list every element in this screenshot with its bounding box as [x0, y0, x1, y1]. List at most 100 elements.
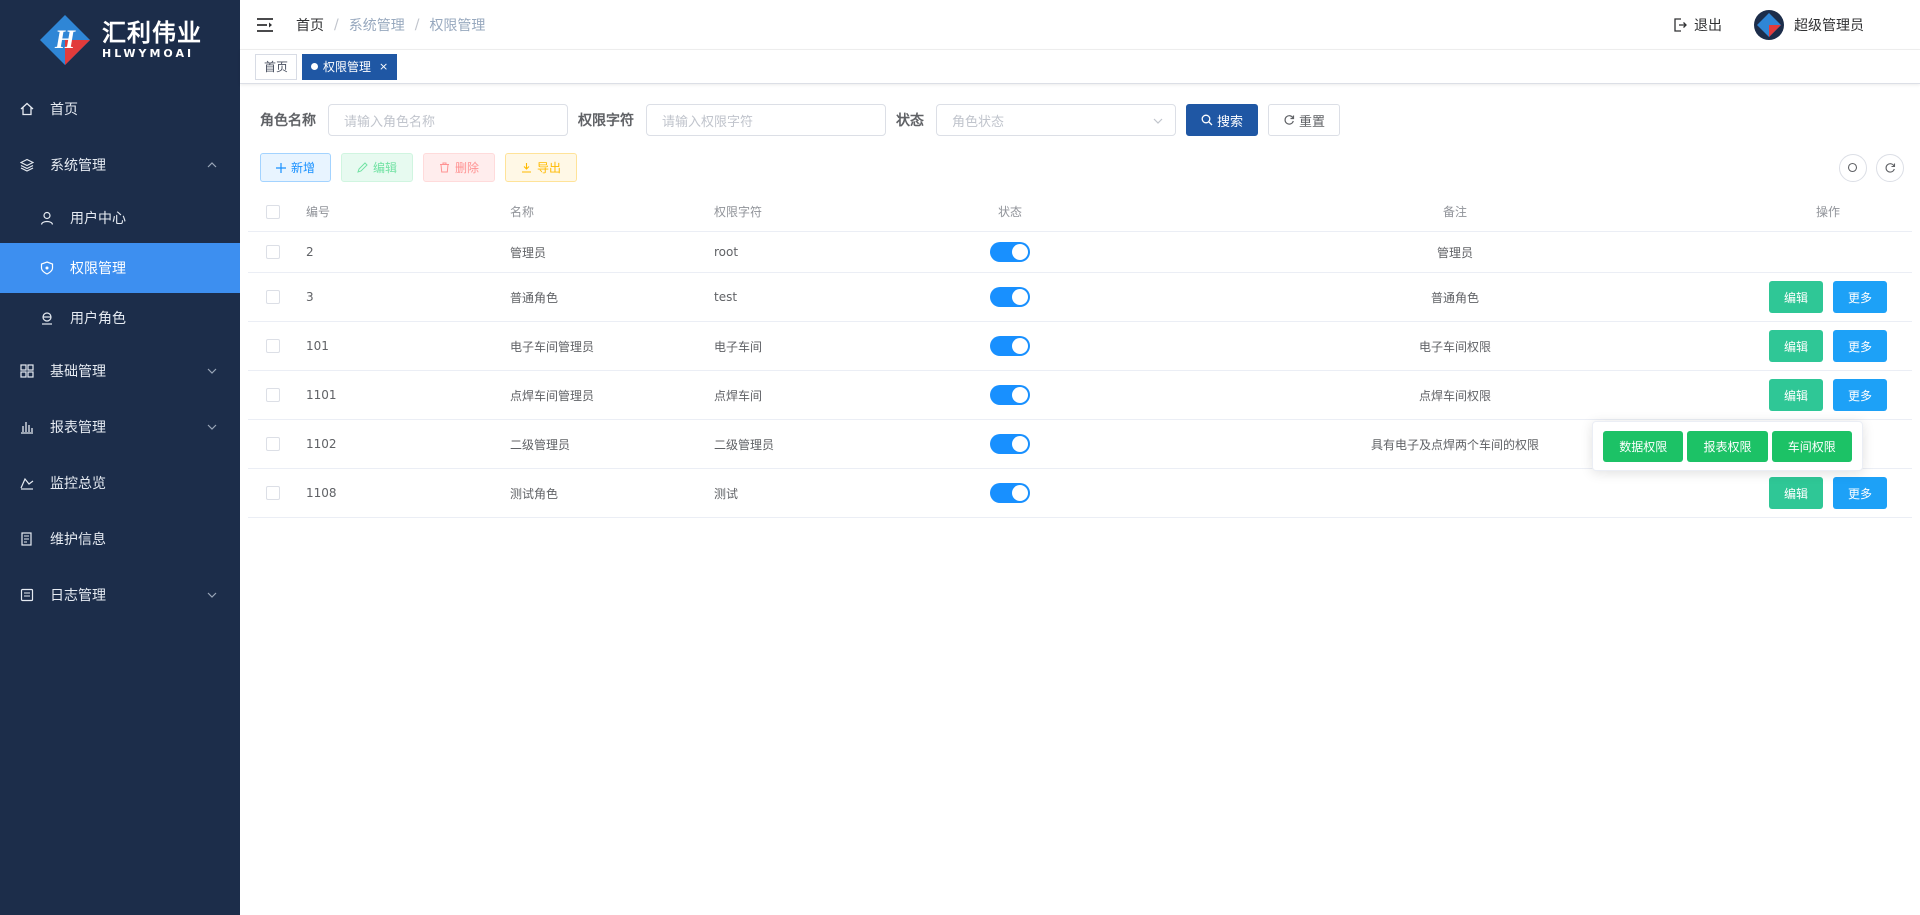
cell-name: 二级管理员: [510, 437, 571, 452]
sidebar-item-home[interactable]: 首页: [0, 84, 240, 134]
sidebar-item-basic[interactable]: 基础管理: [0, 346, 240, 396]
close-icon[interactable]: ×: [379, 60, 388, 73]
row-more-button[interactable]: 更多: [1833, 477, 1888, 509]
logout-label: 退出: [1694, 18, 1722, 34]
toggle-search-button[interactable]: [1839, 154, 1867, 182]
status-switch[interactable]: [990, 336, 1030, 356]
status-label: 状态: [896, 113, 924, 129]
row-checkbox[interactable]: [266, 245, 280, 259]
delete-button-label: 删除: [455, 161, 480, 175]
cell-key: test: [714, 290, 738, 304]
header-status: 状态: [998, 205, 1023, 219]
refresh-table-button[interactable]: [1876, 154, 1904, 182]
role-name-label: 角色名称: [260, 113, 316, 129]
edit-button[interactable]: 编辑: [341, 153, 414, 182]
sidebar-item-label: 首页: [50, 102, 78, 118]
table-row: 1101 点焊车间管理员 点焊车间 点焊车间权限 编辑 更多: [248, 371, 1912, 420]
cell-id: 1101: [306, 388, 337, 402]
breadcrumb-home[interactable]: 首页: [296, 15, 324, 35]
role-name-input[interactable]: 请输入角色名称: [328, 104, 568, 136]
tag-label: 权限管理: [323, 60, 372, 74]
sidebar-item-label: 系统管理: [50, 158, 106, 174]
status-select[interactable]: 角色状态: [936, 104, 1176, 136]
status-switch[interactable]: [990, 385, 1030, 405]
header-ops: 操作: [1815, 205, 1840, 219]
logo-mark-icon: H: [38, 13, 92, 67]
breadcrumb-current: 权限管理: [429, 17, 486, 34]
cell-remark: 电子车间权限: [1418, 339, 1491, 354]
sidebar-item-label: 用户角色: [70, 311, 126, 327]
sidebar-item-label: 用户中心: [70, 211, 126, 227]
status-switch[interactable]: [990, 287, 1030, 307]
sidebar-item-system[interactable]: 系统管理: [0, 140, 240, 190]
status-switch[interactable]: [990, 434, 1030, 454]
row-checkbox[interactable]: [266, 290, 280, 304]
sidebar-item-permission[interactable]: 权限管理: [0, 243, 240, 293]
add-button[interactable]: 新增: [260, 153, 332, 182]
download-icon: [522, 163, 532, 173]
row-edit-button[interactable]: 编辑: [1768, 477, 1823, 509]
active-dot-icon: [311, 63, 319, 70]
row-checkbox[interactable]: [266, 437, 280, 451]
role-key-placeholder: 请输入权限字符: [662, 114, 754, 130]
role-key-input[interactable]: 请输入权限字符: [646, 104, 886, 136]
row-checkbox[interactable]: [266, 339, 280, 353]
status-switch[interactable]: [990, 483, 1030, 503]
row-edit-button[interactable]: 编辑: [1768, 281, 1823, 313]
search-button[interactable]: 搜索: [1186, 104, 1258, 136]
cell-id: 1108: [306, 486, 337, 500]
table-row: 2 管理员 root 管理员: [248, 232, 1912, 273]
chevron-down-icon: [207, 592, 217, 598]
tag-permission[interactable]: 权限管理 ×: [302, 53, 398, 80]
data-permission-button[interactable]: 数据权限: [1603, 430, 1684, 462]
report-permission-button[interactable]: 报表权限: [1687, 430, 1768, 462]
tag-home[interactable]: 首页: [255, 53, 298, 80]
avatar: [1754, 10, 1784, 40]
monitor-icon: [20, 476, 34, 490]
row-more-button[interactable]: 更多: [1833, 330, 1888, 362]
sidebar-item-user-role[interactable]: 用户角色: [0, 293, 240, 343]
chevron-down-icon: [207, 368, 217, 374]
row-checkbox[interactable]: [266, 388, 280, 402]
table-row: 1108 测试角色 测试 编辑 更多: [248, 469, 1912, 518]
sidebar-item-report[interactable]: 报表管理: [0, 402, 240, 452]
cell-id: 101: [306, 339, 329, 353]
user-menu[interactable]: 超级管理员: [1754, 10, 1864, 40]
cell-key: 二级管理员: [714, 437, 775, 452]
cell-key: 电子车间: [714, 339, 763, 354]
edit-button-label: 编辑: [373, 161, 398, 175]
user-icon: [40, 211, 54, 225]
row-more-button[interactable]: 更多: [1833, 281, 1888, 313]
table-toolbar: 新增 编辑 删除 导出: [260, 153, 578, 182]
sidebar-item-user-center[interactable]: 用户中心: [0, 193, 240, 243]
row-edit-button[interactable]: 编辑: [1768, 379, 1823, 411]
breadcrumb-separator: /: [414, 16, 420, 33]
sidebar-item-maintenance[interactable]: 维护信息: [0, 514, 240, 564]
delete-button[interactable]: 删除: [423, 153, 496, 182]
cell-name: 点焊车间管理员: [510, 388, 595, 403]
reset-button[interactable]: 重置: [1268, 104, 1340, 136]
row-edit-button[interactable]: 编辑: [1768, 330, 1823, 362]
cell-id: 2: [306, 245, 314, 259]
select-all-checkbox[interactable]: [266, 204, 280, 219]
header-remark: 备注: [1442, 205, 1467, 219]
row-checkbox[interactable]: [266, 486, 280, 500]
table-header-row: 编号 名称 权限字符 状态 备注 操作: [248, 192, 1912, 232]
cell-key: 测试: [714, 486, 739, 501]
export-button[interactable]: 导出: [505, 153, 578, 182]
sidebar-item-log[interactable]: 日志管理: [0, 570, 240, 620]
status-placeholder: 角色状态: [952, 114, 1005, 130]
top-navbar: 首页 / 系统管理 / 权限管理 退出 超级管理员: [240, 0, 1920, 50]
breadcrumb-separator: /: [334, 16, 339, 33]
workshop-permission-button[interactable]: 车间权限: [1771, 430, 1852, 462]
row-more-button[interactable]: 更多: [1833, 379, 1888, 411]
chevron-down-icon: [1153, 118, 1163, 124]
cell-name: 电子车间管理员: [510, 339, 595, 354]
breadcrumb-system: 系统管理: [348, 17, 405, 34]
sidebar-item-monitor[interactable]: 监控总览: [0, 458, 240, 508]
logo-name-en: HLWYMOAI: [102, 47, 195, 60]
logout-button[interactable]: 退出: [1672, 15, 1722, 35]
tag-label: 首页: [264, 60, 289, 74]
status-switch[interactable]: [990, 242, 1030, 262]
menu-fold-icon[interactable]: [256, 16, 274, 34]
